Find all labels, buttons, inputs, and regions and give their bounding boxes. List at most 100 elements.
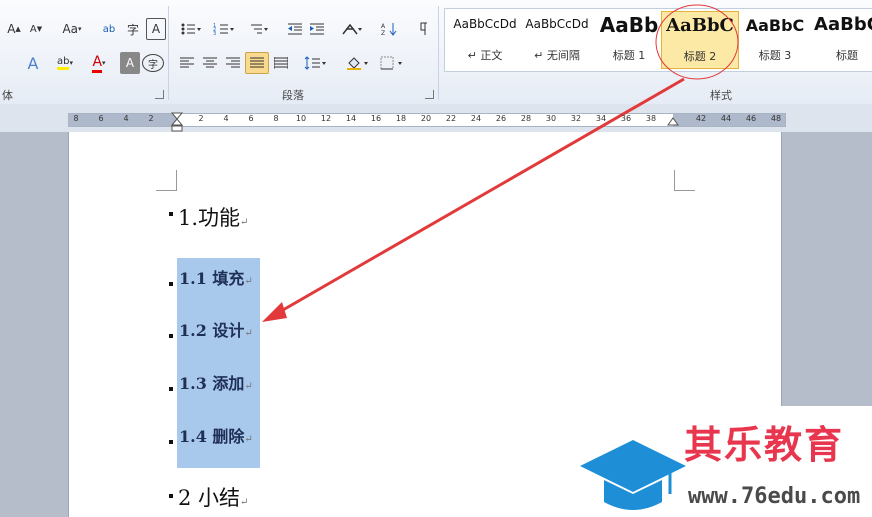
ruler-tick-label: 6	[98, 114, 104, 123]
ruler-tick-label: 42	[695, 114, 707, 123]
bullets-button[interactable]	[176, 18, 206, 40]
heading-1-text[interactable]: 1.功能↵	[178, 202, 248, 232]
ruler-tick-label: 14	[345, 114, 357, 123]
show-marks-button[interactable]	[412, 18, 434, 40]
heading-bullet	[169, 440, 173, 444]
justify-button[interactable]	[245, 52, 269, 74]
align-center-button[interactable]	[199, 52, 221, 74]
heading-2-item[interactable]: 1.4 删除↵	[179, 423, 253, 447]
ruler-tick-label: 8	[73, 114, 79, 123]
paint-bucket-icon	[347, 57, 368, 70]
ruler-tick-label: 26	[495, 114, 507, 123]
chinese-layout-button[interactable]	[336, 18, 368, 40]
ruler-tick-label: 6	[248, 114, 254, 123]
heading-2-item[interactable]: 1.3 添加↵	[179, 370, 253, 394]
borders-icon	[380, 56, 402, 70]
distributed-icon	[274, 57, 288, 69]
multilevel-list-button[interactable]	[242, 18, 274, 40]
ruler-tick-label: 48	[770, 114, 782, 123]
char-border-button[interactable]: A	[146, 18, 166, 40]
ruler-tick-label: 2	[198, 114, 204, 123]
line-spacing-button[interactable]	[300, 52, 332, 74]
align-right-button[interactable]	[222, 52, 244, 74]
group-separator	[438, 6, 439, 100]
distributed-button[interactable]	[270, 52, 292, 74]
font-group-label: 体	[2, 89, 13, 102]
ruler-tick-label: 36	[620, 114, 632, 123]
watermark-title: 其乐教育	[684, 423, 845, 467]
paragraph-dialog-launcher[interactable]	[425, 90, 434, 99]
phonetic-guide-button[interactable]: 字	[122, 18, 144, 40]
watermark-url: www.76edu.com	[688, 484, 861, 509]
svg-text:3: 3	[213, 31, 216, 36]
heading-bullet	[169, 387, 173, 391]
multilevel-list-icon	[251, 24, 268, 34]
graduation-cap-logo-icon	[580, 440, 686, 510]
ruler-tick-label: 34	[595, 114, 607, 123]
watermark: 其乐教育 www.76edu.com	[570, 406, 872, 517]
chinese-layout-icon	[342, 23, 362, 35]
sort-icon: AZ	[381, 23, 397, 36]
ruler-tick-label: 12	[320, 114, 332, 123]
enclose-char-button[interactable]: 字	[142, 54, 164, 72]
heading-bullet	[169, 334, 173, 338]
heading-2-item[interactable]: 1.1 填充↵	[179, 265, 253, 289]
paragraph-mark-icon	[420, 22, 427, 35]
styles-group-label: 样式	[710, 89, 732, 102]
style-heading-1[interactable]: AaBb 标题 1	[591, 11, 667, 67]
ruler-tick-label: 28	[520, 114, 532, 123]
style-title[interactable]: AaBbC 标题	[809, 11, 872, 67]
ruler-tick-label: 8	[273, 114, 279, 123]
ruler-tick-label: 10	[295, 114, 307, 123]
indent-marker-icon[interactable]	[170, 112, 184, 132]
highlight-button[interactable]: ab ▾	[50, 52, 80, 74]
ruler-tick-label: 22	[445, 114, 457, 123]
ruler-tick-label: 16	[370, 114, 382, 123]
ruler-tick-label: 24	[470, 114, 482, 123]
style-no-spacing[interactable]: AaBbCcDd ↵ 无间隔	[519, 11, 595, 67]
style-heading-2[interactable]: AaBbC 标题 2	[661, 11, 739, 69]
justify-icon	[250, 57, 264, 68]
align-right-icon	[226, 57, 240, 68]
align-left-button[interactable]	[176, 52, 198, 74]
font-color-button[interactable]: A ▾	[84, 52, 114, 74]
heading-2-item[interactable]: 1.2 设计↵	[179, 317, 253, 341]
ruler-tick-label: 32	[570, 114, 582, 123]
char-shading-button[interactable]: A	[120, 52, 140, 74]
ruler-tick-label: 20	[420, 114, 432, 123]
styles-gallery: AaBbCcDd ↵ 正文 AaBbCcDd ↵ 无间隔 AaBb 标题 1 A…	[444, 8, 872, 72]
ruler-tick-label: 4	[223, 114, 229, 123]
heading-bullet	[169, 212, 173, 216]
heading-1-text[interactable]: 2 小结↵	[178, 482, 248, 512]
align-left-icon	[180, 57, 194, 68]
style-heading-3[interactable]: AaBbC 标题 3	[737, 11, 813, 67]
right-indent-marker-icon[interactable]	[667, 116, 679, 126]
crop-mark-top-right	[674, 170, 695, 191]
style-normal[interactable]: AaBbCcDd ↵ 正文	[447, 11, 523, 67]
shrink-font-button[interactable]: A ▼	[26, 18, 46, 40]
crop-mark-top-left	[156, 170, 177, 191]
shading-button[interactable]	[342, 52, 374, 74]
sort-button[interactable]: AZ	[378, 18, 402, 40]
heading-bullet	[169, 494, 173, 498]
ruler-tick-label: 38	[645, 114, 657, 123]
ruler-tick-label: 30	[545, 114, 557, 123]
decrease-indent-icon	[288, 23, 302, 35]
text-effects-button[interactable]: A	[18, 52, 48, 74]
paragraph-group-label: 段落	[282, 89, 304, 102]
increase-indent-button[interactable]	[306, 18, 328, 40]
ruler-tick-label: 4	[123, 114, 129, 123]
heading-bullet	[169, 282, 173, 286]
line-spacing-icon	[304, 56, 326, 70]
font-dialog-launcher[interactable]	[155, 90, 164, 99]
increase-indent-icon	[310, 23, 324, 35]
borders-button[interactable]	[376, 52, 408, 74]
grow-font-button[interactable]: A ▲	[4, 18, 24, 40]
svg-text:A: A	[381, 23, 386, 30]
clear-format-button[interactable]: ab	[98, 18, 120, 40]
decrease-indent-button[interactable]	[284, 18, 306, 40]
ruler-tick-label: 44	[720, 114, 732, 123]
numbering-button[interactable]: 123	[208, 18, 240, 40]
ruler-tick-label: 2	[148, 114, 154, 123]
change-case-button[interactable]: Aa ▾	[58, 18, 86, 40]
